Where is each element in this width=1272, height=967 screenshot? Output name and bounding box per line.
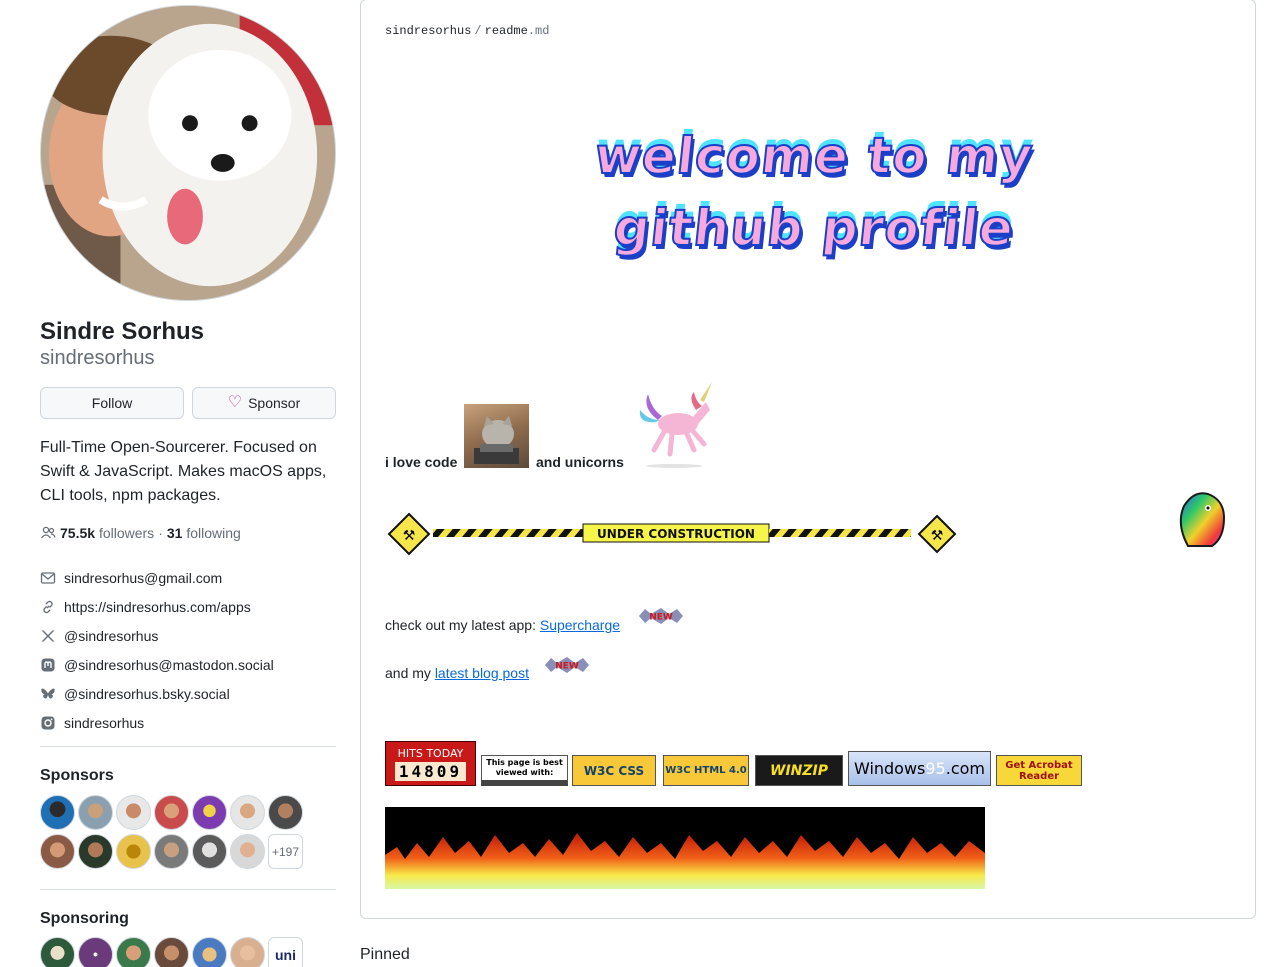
followers-link[interactable]: 75.5k followers <box>60 525 154 541</box>
divider <box>40 889 336 890</box>
new-badge-text: NEW <box>555 662 579 672</box>
cat-typing-gif <box>464 404 529 468</box>
sponsoring-avatars: uni <box>40 937 336 967</box>
sponsoring-avatar[interactable] <box>40 937 75 967</box>
detail-email[interactable]: sindresorhus@gmail.com <box>40 563 336 592</box>
pinned-heading: Pinned <box>360 946 410 963</box>
mail-icon <box>40 570 56 586</box>
construction-text: UNDER CONSTRUCTION <box>597 527 755 541</box>
hits-counter-badge: HITS TODAY 14809 <box>385 741 476 786</box>
instagram-icon <box>40 715 56 731</box>
winzip-badge: WINZIP <box>755 755 843 786</box>
sponsor-avatar[interactable] <box>268 795 303 830</box>
avatar-photo <box>41 6 335 300</box>
w3c-html-badge: W3C HTML 4.0 <box>663 755 749 786</box>
readme-breadcrumb: sindresorhus / readme.md <box>385 24 549 38</box>
best-viewed-badge: This page is best viewed with: <box>481 755 568 786</box>
acrobat-badge: Get Acrobat Reader <box>996 755 1082 786</box>
sponsoring-org-tile[interactable]: uni <box>268 937 303 967</box>
profile-avatar[interactable] <box>40 5 336 301</box>
mastodon-icon <box>40 657 56 673</box>
sponsors-avatars: +197 <box>40 795 336 869</box>
follow-stats: 75.5k followers · 31 following <box>40 525 241 541</box>
under-construction-banner: ⚒ UNDER CONSTRUCTION ⚒ <box>387 512 957 556</box>
new-badge-text: NEW <box>649 613 673 623</box>
sponsor-avatar[interactable] <box>192 834 227 869</box>
sponsor-avatar[interactable] <box>154 795 189 830</box>
sponsoring-avatar[interactable] <box>192 937 227 967</box>
sponsor-avatar[interactable] <box>116 834 151 869</box>
breadcrumb-separator: / <box>474 24 482 38</box>
sponsors-heading: Sponsors <box>40 767 114 784</box>
link-icon <box>40 599 56 615</box>
supercharge-link[interactable]: Supercharge <box>540 617 620 633</box>
welcome-line-1: welcome to my <box>591 126 1037 186</box>
readme-card: sindresorhus / readme.md welcome to my git… <box>360 0 1256 919</box>
unicorns-text: and unicorns <box>536 454 624 470</box>
latest-blog-post-link[interactable]: latest blog post <box>435 665 529 681</box>
sponsor-avatar[interactable] <box>154 834 189 869</box>
following-link[interactable]: 31 following <box>167 525 241 541</box>
latest-app-line: check out my latest app: Supercharge <box>385 617 621 633</box>
sponsor-avatar[interactable] <box>230 795 265 830</box>
sponsoring-avatar[interactable] <box>154 937 189 967</box>
sponsor-avatar[interactable] <box>40 834 75 869</box>
unicorn-gif <box>639 382 712 468</box>
profile-login: sindresorhus <box>40 347 155 369</box>
sponsor-avatar[interactable] <box>40 795 75 830</box>
profile-bio: Full-Time Open-Sourcerer. Focused on Swi… <box>40 439 327 504</box>
sponsor-avatar[interactable] <box>192 795 227 830</box>
sponsor-button[interactable]: ♡ Sponsor <box>192 387 336 419</box>
latest-blog-line: and my latest blog post <box>385 665 529 681</box>
love-code-text: i love code <box>385 454 458 470</box>
sponsor-label: Sponsor <box>248 395 301 411</box>
detail-mastodon[interactable]: @sindresorhus@mastodon.social <box>40 650 336 679</box>
flames-gif <box>385 807 985 889</box>
sponsoring-avatar[interactable] <box>78 937 113 967</box>
sponsoring-heading: Sponsoring <box>40 910 129 927</box>
x-icon <box>40 628 56 644</box>
detail-instagram[interactable]: sindresorhus <box>40 708 336 737</box>
svg-text:⚒: ⚒ <box>403 528 416 544</box>
welcome-banner: welcome to my github profile <box>569 120 1059 264</box>
welcome-line-2: github profile <box>610 198 1018 258</box>
follow-button[interactable]: Follow <box>40 387 184 419</box>
sponsoring-avatar[interactable] <box>116 937 151 967</box>
sponsoring-avatar[interactable] <box>230 937 265 967</box>
stats-separator: · <box>158 525 163 541</box>
w3c-css-badge: W3C CSS <box>572 755 656 786</box>
detail-x[interactable]: @sindresorhus <box>40 621 336 650</box>
breadcrumb-owner-link[interactable]: sindresorhus <box>385 24 471 38</box>
sponsor-avatar[interactable] <box>78 834 113 869</box>
detail-website[interactable]: https://sindresorhus.com/apps <box>40 592 336 621</box>
detail-bluesky[interactable]: @sindresorhus.bsky.social <box>40 679 336 708</box>
windows95-badge: Windows 95 .com <box>848 751 991 786</box>
people-icon <box>40 526 56 539</box>
sponsor-avatar[interactable] <box>230 834 265 869</box>
divider <box>40 746 336 747</box>
breadcrumb-file-link[interactable]: readme.md <box>485 24 550 38</box>
new-badge-icon: NEW <box>545 657 589 673</box>
sponsor-avatar[interactable] <box>78 795 113 830</box>
bluesky-icon <box>40 686 56 702</box>
new-badge-icon: NEW <box>639 608 683 624</box>
more-sponsors-link[interactable]: +197 <box>268 834 303 869</box>
profile-details: sindresorhus@gmail.com https://sindresor… <box>40 563 336 737</box>
heart-icon: ♡ <box>227 394 243 411</box>
svg-text:⚒: ⚒ <box>931 528 944 544</box>
sponsor-avatar[interactable] <box>116 795 151 830</box>
party-parrot-gif <box>1179 492 1226 547</box>
profile-name: Sindre Sorhus <box>40 318 205 345</box>
